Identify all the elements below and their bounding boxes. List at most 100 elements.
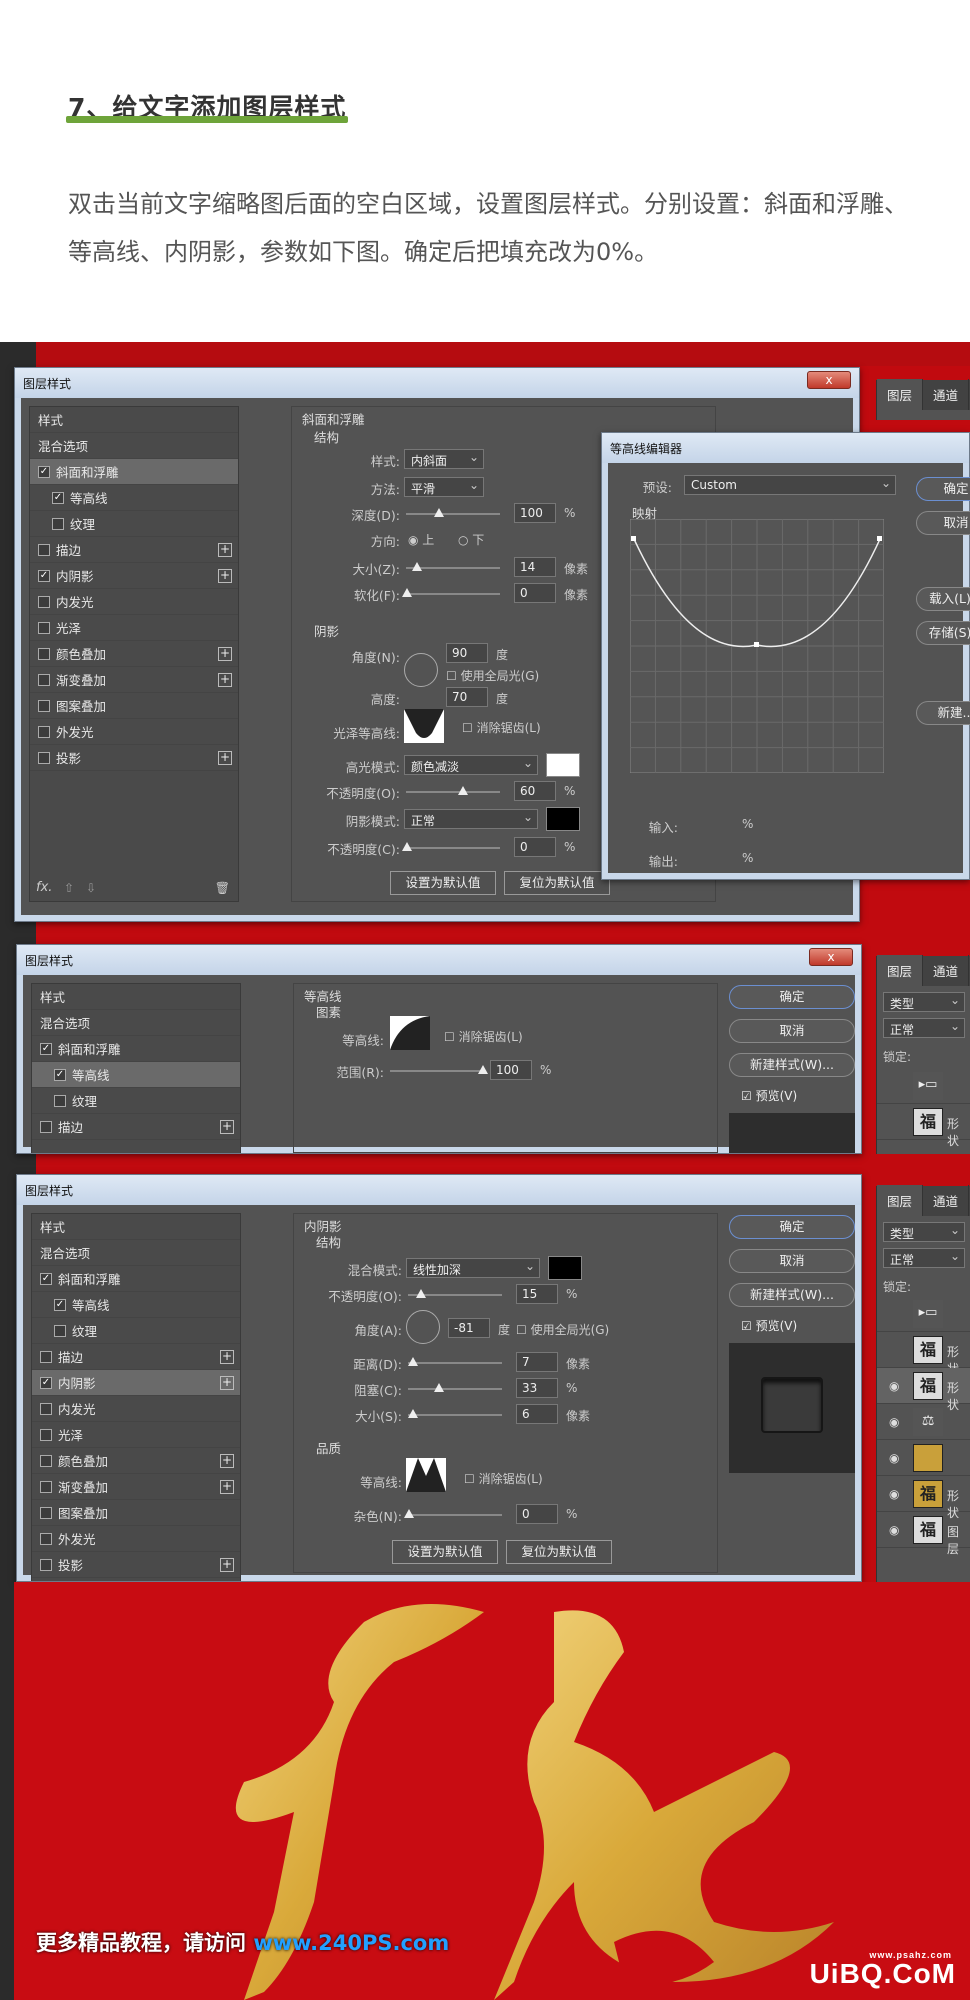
soften-input[interactable]: 0 [514, 583, 556, 603]
layer-row-selected[interactable]: ◉ 福形状 [877, 1368, 970, 1412]
checkbox-gradient-overlay[interactable] [38, 673, 50, 686]
soften-knob[interactable] [402, 588, 412, 597]
tab-channels[interactable]: 通道 [923, 379, 970, 410]
gloss-antialias-checkbox[interactable]: ☐ 消除锯齿(L) [462, 719, 541, 736]
highlight-color-swatch[interactable] [546, 753, 580, 777]
add-drop-shadow-icon[interactable]: + [218, 750, 232, 765]
list-item-inner-glow[interactable]: 内发光 [32, 1396, 240, 1422]
ok-button[interactable]: 确定 [729, 985, 855, 1009]
ok-button[interactable]: 确定 [729, 1215, 855, 1239]
add-stroke-icon[interactable]: + [218, 542, 232, 557]
layer-row[interactable]: ◉ 福图层 [877, 1512, 970, 1556]
contour-curve-grid[interactable] [630, 519, 884, 773]
add-color-overlay-icon[interactable]: + [220, 1453, 234, 1468]
checkbox-drop-shadow[interactable] [38, 751, 50, 764]
list-item-contour[interactable]: ✓ 等高线 [32, 1062, 240, 1088]
checkbox-drop-shadow[interactable] [40, 1558, 52, 1571]
reset-default-button[interactable]: 复位为默认值 [506, 1540, 612, 1564]
checkbox-outer-glow[interactable] [38, 725, 50, 738]
checkbox-satin[interactable] [40, 1428, 52, 1441]
list-item-contour[interactable]: ✓ 等高线 [32, 1292, 240, 1318]
add-gradient-overlay-icon[interactable]: + [220, 1479, 234, 1494]
size-knob[interactable] [412, 562, 422, 571]
preview-checkbox[interactable]: ☑ 预览(V) [741, 1087, 797, 1104]
checkbox-color-overlay[interactable] [38, 647, 50, 660]
eye-icon[interactable]: ◉ [889, 1415, 899, 1429]
highlight-opacity-knob[interactable] [458, 786, 468, 795]
shadow-mode-select[interactable]: 正常 [404, 809, 538, 829]
list-item-texture[interactable]: 纹理 [30, 511, 238, 537]
noise-knob[interactable] [404, 1509, 414, 1518]
layer-row[interactable]: ▸▭ [877, 1296, 970, 1332]
tab-layers[interactable]: 图层 [877, 1185, 924, 1216]
layer-row[interactable]: ◉ [877, 1440, 970, 1476]
list-item-blending[interactable]: 混合选项 [32, 1240, 240, 1266]
is-angle-input[interactable]: -81 [448, 1318, 490, 1338]
angle-dial[interactable] [404, 653, 438, 687]
list-item-outer-glow[interactable]: 外发光 [30, 719, 238, 745]
list-item-drop-shadow[interactable]: 投影 + [32, 1552, 240, 1578]
blend-mode-select[interactable]: 正常 [883, 1018, 965, 1038]
eye-icon[interactable]: ◉ [889, 1451, 899, 1465]
is-antialias-checkbox[interactable]: ☐ 消除锯齿(L) [464, 1470, 543, 1487]
is-size-input[interactable]: 6 [516, 1404, 558, 1424]
is-size-knob[interactable] [408, 1409, 418, 1418]
is-distance-input[interactable]: 7 [516, 1352, 558, 1372]
contour-cancel-button[interactable]: 取消 [916, 511, 970, 535]
checkbox-satin[interactable] [38, 621, 50, 634]
checkbox-bevel[interactable]: ✓ [40, 1272, 52, 1285]
depth-slider[interactable] [406, 513, 500, 515]
tab-layers[interactable]: 图层 [877, 379, 924, 410]
list-item-stroke[interactable]: 描边 + [32, 1344, 240, 1370]
eye-icon[interactable]: ◉ [889, 1487, 899, 1501]
is-contour-thumb[interactable] [406, 1458, 446, 1492]
contour-thumb[interactable] [390, 1016, 430, 1050]
is-global-light-checkbox[interactable]: ☐ 使用全局光(G) [516, 1321, 609, 1338]
move-up-icon[interactable]: ⇧ [64, 881, 74, 895]
list-item-stroke[interactable]: 描边 + [32, 1114, 240, 1140]
angle-input[interactable]: 90 [446, 643, 488, 663]
reset-default-button[interactable]: 复位为默认值 [504, 871, 610, 895]
add-stroke-icon[interactable]: + [220, 1349, 234, 1364]
fx-icon[interactable]: fx. [36, 880, 52, 895]
list-item-stroke[interactable]: 描边 + [30, 537, 238, 563]
contour-ok-button[interactable]: 确定 [916, 477, 970, 501]
add-color-overlay-icon[interactable]: + [218, 646, 232, 661]
global-light-checkbox[interactable]: ☐ 使用全局光(G) [446, 667, 539, 684]
dir-down-radio[interactable]: ○ 下 [458, 531, 484, 548]
close-button[interactable]: x [809, 948, 853, 966]
highlight-mode-select[interactable]: 颜色减淡 [404, 755, 538, 775]
list-item-blending[interactable]: 混合选项 [32, 1010, 240, 1036]
is-choke-slider[interactable] [408, 1388, 502, 1390]
soften-slider[interactable] [406, 593, 500, 595]
list-item-bevel[interactable]: ✓ 斜面和浮雕 [30, 459, 238, 485]
gloss-contour-thumb[interactable] [404, 709, 444, 743]
list-item-satin[interactable]: 光泽 [30, 615, 238, 641]
eye-icon[interactable]: ◉ [889, 1379, 899, 1393]
is-color-swatch[interactable] [548, 1256, 582, 1280]
checkbox-contour[interactable]: ✓ [54, 1068, 66, 1081]
list-item-bevel[interactable]: ✓ 斜面和浮雕 [32, 1266, 240, 1292]
close-button[interactable]: x [807, 371, 851, 389]
checkbox-pattern-overlay[interactable] [38, 699, 50, 712]
list-item-gradient-overlay[interactable]: 渐变叠加 + [30, 667, 238, 693]
contour-save-button[interactable]: 存储(S)... [916, 621, 970, 645]
checkbox-stroke[interactable] [40, 1350, 52, 1363]
move-down-icon[interactable]: ⇩ [86, 881, 96, 895]
checkbox-pattern-overlay[interactable] [40, 1506, 52, 1519]
list-item-satin[interactable]: 光泽 [32, 1422, 240, 1448]
checkbox-contour[interactable]: ✓ [52, 491, 64, 504]
checkbox-inner-glow[interactable] [40, 1402, 52, 1415]
is-distance-knob[interactable] [408, 1357, 418, 1366]
checkbox-texture[interactable] [52, 517, 64, 530]
tab-channels[interactable]: 通道 [923, 955, 970, 986]
promo-url-link[interactable]: www.240PS.com [253, 1931, 449, 1955]
checkbox-bevel[interactable]: ✓ [38, 465, 50, 478]
altitude-input[interactable]: 70 [446, 687, 488, 707]
shadow-opacity-input[interactable]: 0 [514, 837, 556, 857]
list-item-color-overlay[interactable]: 颜色叠加 + [32, 1448, 240, 1474]
is-opacity-knob[interactable] [416, 1289, 426, 1298]
tab-channels[interactable]: 通道 [923, 1185, 970, 1216]
layer-kind-filter[interactable]: 类型 [883, 1222, 965, 1242]
make-default-button[interactable]: 设置为默认值 [390, 871, 496, 895]
